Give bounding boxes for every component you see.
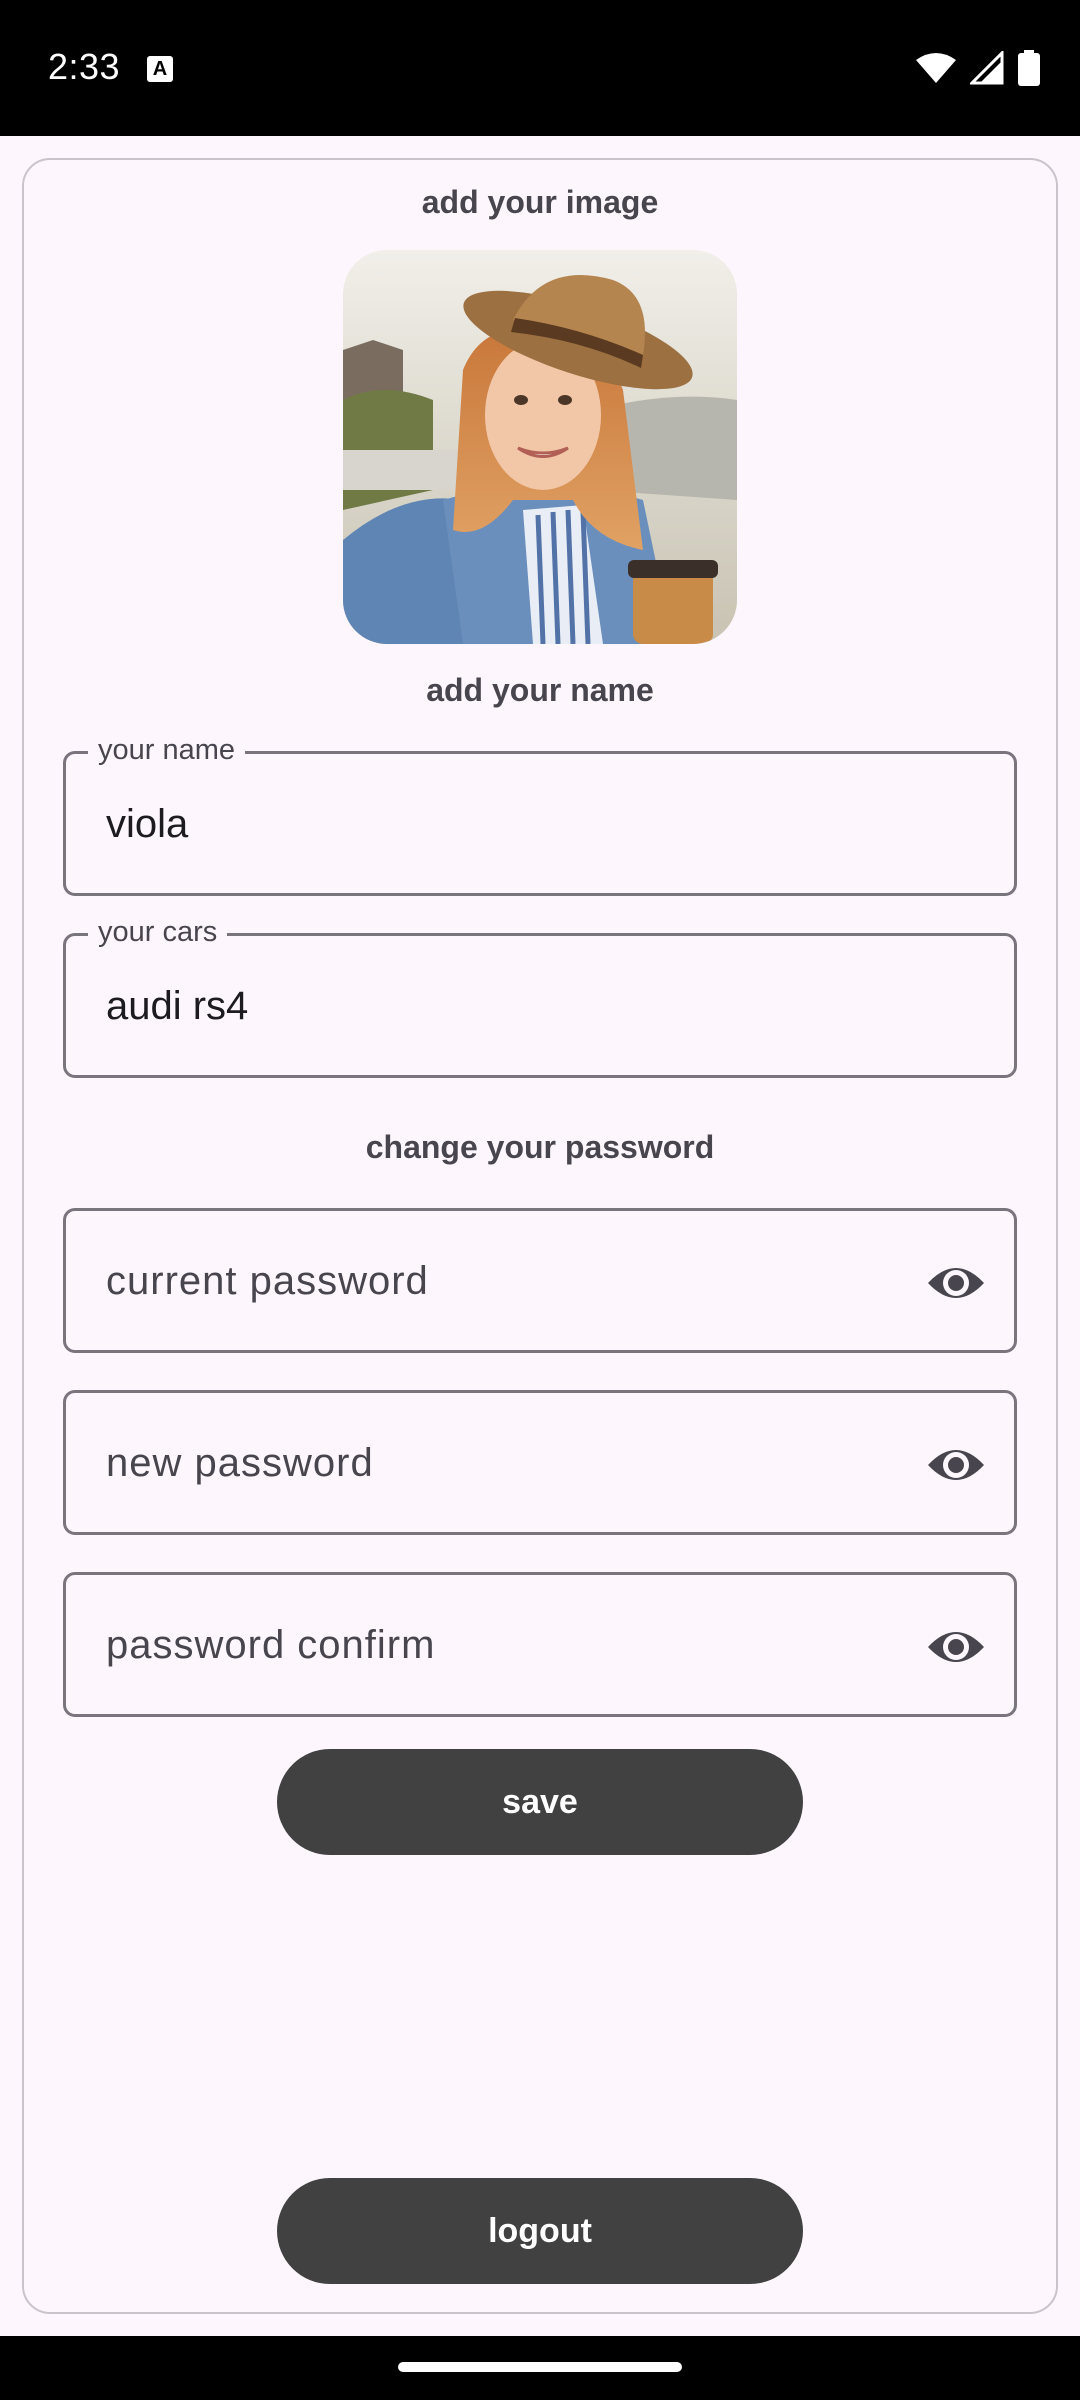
logout-button[interactable]: logout: [277, 2178, 803, 2284]
status-icons: [916, 48, 1040, 88]
eye-icon[interactable]: [926, 1439, 986, 1491]
signal-icon: [970, 51, 1004, 85]
current-password-placeholder: current password: [106, 1259, 429, 1303]
battery-icon: [1018, 50, 1040, 86]
home-gesture-handle[interactable]: [398, 2362, 682, 2372]
image-section-title: add your image: [421, 184, 659, 220]
eye-icon[interactable]: [926, 1257, 986, 1309]
eye-icon[interactable]: [926, 1621, 986, 1673]
confirm-password-placeholder: password confirm: [106, 1623, 436, 1667]
status-time: 2:33: [48, 46, 121, 87]
avatar-photo: [343, 250, 737, 644]
name-field-label: your name: [88, 732, 246, 768]
password-section-title: change your password: [365, 1129, 715, 1165]
name-section-title: add your name: [426, 672, 654, 708]
confirm-password-field[interactable]: password confirm: [63, 1572, 1017, 1717]
cars-field-value[interactable]: audi rs4: [106, 982, 248, 1030]
new-password-placeholder: new password: [106, 1441, 374, 1485]
save-button[interactable]: save: [277, 1749, 803, 1855]
cars-field-label: your cars: [88, 914, 228, 950]
current-password-field[interactable]: current password: [63, 1208, 1017, 1353]
new-password-field[interactable]: new password: [63, 1390, 1017, 1535]
a-icon: A: [147, 56, 173, 82]
cars-field[interactable]: your cars audi rs4: [63, 914, 1017, 1078]
name-field[interactable]: your name viola: [63, 732, 1017, 896]
status-bar: 2:33 A: [0, 0, 1080, 136]
name-field-value[interactable]: viola: [106, 800, 188, 848]
profile-avatar[interactable]: [343, 250, 737, 644]
wifi-icon: [916, 53, 956, 83]
